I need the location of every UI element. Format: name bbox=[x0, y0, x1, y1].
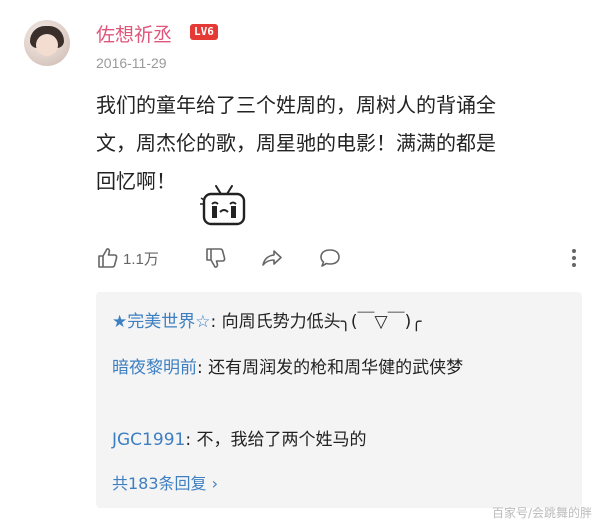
user-avatar[interactable] bbox=[24, 20, 70, 66]
reply-text: 向周氏势力低头╮(￣▽￣)╭ bbox=[221, 312, 422, 332]
reply-item[interactable]: 暗夜黎明前: 还有周润发的枪和周华健的武侠梦 bbox=[112, 354, 572, 382]
comment-icon bbox=[320, 249, 340, 267]
comment-actions: 1.1万 bbox=[96, 243, 588, 273]
username[interactable]: 佐想祈丞 bbox=[96, 20, 172, 47]
like-button[interactable]: 1.1万 bbox=[96, 243, 159, 273]
comment-line: 文，周杰伦的歌，周星驰的电影！满满的都是 bbox=[96, 131, 496, 155]
reply-text: 不，我给了两个姓马的 bbox=[196, 430, 367, 450]
avatar-face bbox=[36, 34, 58, 56]
share-icon bbox=[262, 250, 282, 266]
thumbs-down-icon bbox=[206, 248, 226, 268]
reply-separator: : bbox=[210, 312, 222, 332]
reply-text: 还有周润发的枪和周华健的武侠梦 bbox=[208, 358, 464, 378]
reply-separator: : bbox=[197, 358, 209, 378]
post-date: 2016-11-29 bbox=[96, 55, 167, 71]
comment-text: 我们的童年给了三个姓周的，周树人的背诵全 文，周杰伦的歌，周星驰的电影！满满的都… bbox=[96, 86, 586, 200]
reply-author[interactable]: ★完美世界☆ bbox=[112, 312, 210, 332]
thumbs-up-icon bbox=[98, 248, 118, 268]
more-options-button[interactable] bbox=[562, 243, 586, 273]
level-badge: LV6 bbox=[190, 24, 218, 40]
more-icon bbox=[572, 249, 576, 267]
reply-author[interactable]: JGC1991 bbox=[112, 430, 185, 450]
dislike-button[interactable] bbox=[204, 243, 228, 273]
replies-panel: ★完美世界☆: 向周氏势力低头╮(￣▽￣)╭ 暗夜黎明前: 还有周润发的枪和周华… bbox=[96, 292, 582, 508]
crying-tv-emoji bbox=[200, 185, 246, 226]
reply-item[interactable]: ★完美世界☆: 向周氏势力低头╮(￣▽￣)╭ bbox=[112, 308, 572, 336]
comment-line: 回忆啊！ bbox=[96, 169, 176, 193]
reply-separator: : bbox=[185, 430, 197, 450]
view-all-replies-link[interactable]: 共183条回复 › bbox=[112, 470, 218, 494]
reply-author[interactable]: 暗夜黎明前 bbox=[112, 358, 197, 378]
reply-item[interactable]: JGC1991: 不，我给了两个姓马的 bbox=[112, 426, 572, 454]
reply-button[interactable] bbox=[318, 243, 342, 273]
like-count: 1.1万 bbox=[123, 250, 159, 268]
watermark: 百家号/会跳舞的胖 bbox=[491, 506, 592, 520]
comment-line: 我们的童年给了三个姓周的，周树人的背诵全 bbox=[96, 93, 496, 117]
share-button[interactable] bbox=[260, 243, 284, 273]
